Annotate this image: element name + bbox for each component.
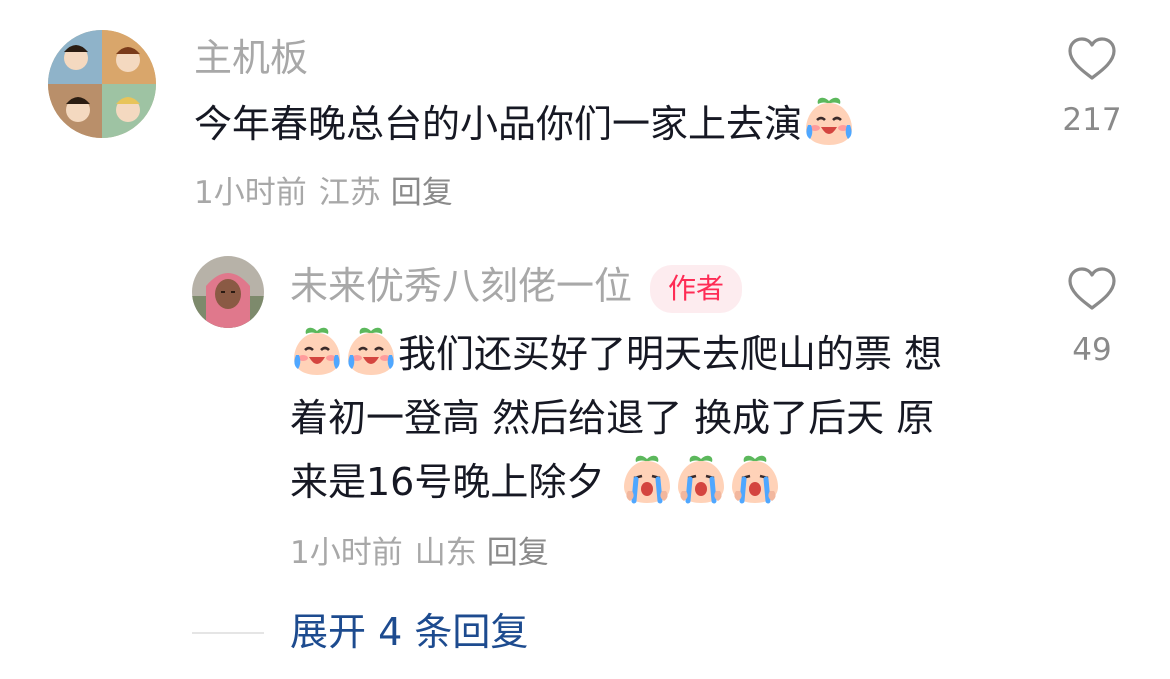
commenter-username[interactable]: 主机板: [194, 34, 308, 82]
reply-text-line-2: 着初一登高 然后给退了 换成了后天 原: [290, 396, 935, 440]
reply-meta: 1小时前 山东 回复: [290, 533, 549, 573]
reply-username-row: 未来优秀八刻佬一位 作者: [290, 262, 743, 313]
reply-like-count: 49: [1072, 332, 1112, 368]
comment-text: 今年春晚总台的小品你们一家上去演: [194, 102, 803, 146]
expand-replies-button[interactable]: 展开 4 条回复: [290, 608, 528, 656]
comment-like-button[interactable]: 217: [1052, 36, 1132, 140]
comment-location: 江苏: [318, 175, 381, 211]
heart-outline-icon: [1068, 37, 1116, 80]
heart-outline-icon: [1068, 267, 1116, 310]
wailing-peach-icon: [728, 451, 782, 505]
reply-line-3: 来是16号晚上除夕: [290, 450, 1030, 514]
crying-laughing-peach-icon: [292, 326, 342, 377]
reply-time: 1小时前: [290, 535, 403, 571]
reply-text-line-1: 我们还买好了明天去爬山的票 想: [398, 332, 943, 376]
reply-text-block: 我们还买好了明天去爬山的票 想 着初一登高 然后给退了 换成了后天 原 来是16…: [290, 322, 1030, 514]
reply-avatar[interactable]: [192, 256, 264, 328]
comment-meta: 1小时前 江苏 回复: [194, 173, 453, 213]
comment-reply-button[interactable]: 回复: [391, 175, 453, 211]
comment-time: 1小时前: [194, 175, 307, 211]
comment-text-block: 今年春晚总台的小品你们一家上去演: [194, 92, 1014, 156]
crying-laughing-peach-icon: [346, 326, 396, 377]
reply-text-line-3: 来是16号晚上除夕: [290, 460, 605, 504]
crying-laughing-peach-icon: [804, 96, 854, 147]
expand-divider: [192, 632, 264, 634]
reply-location: 山东: [414, 535, 477, 571]
reply-line-1: 我们还买好了明天去爬山的票 想: [290, 322, 1030, 386]
reply-username[interactable]: 未来优秀八刻佬一位: [290, 264, 632, 308]
commenter-avatar[interactable]: [48, 30, 156, 138]
author-badge: 作者: [650, 264, 743, 313]
comment-like-count: 217: [1062, 102, 1122, 138]
reply-reply-button[interactable]: 回复: [487, 535, 549, 571]
reply-like-button[interactable]: 49: [1052, 266, 1132, 370]
wailing-peach-icon: [674, 451, 728, 505]
wailing-peach-icon: [620, 451, 674, 505]
